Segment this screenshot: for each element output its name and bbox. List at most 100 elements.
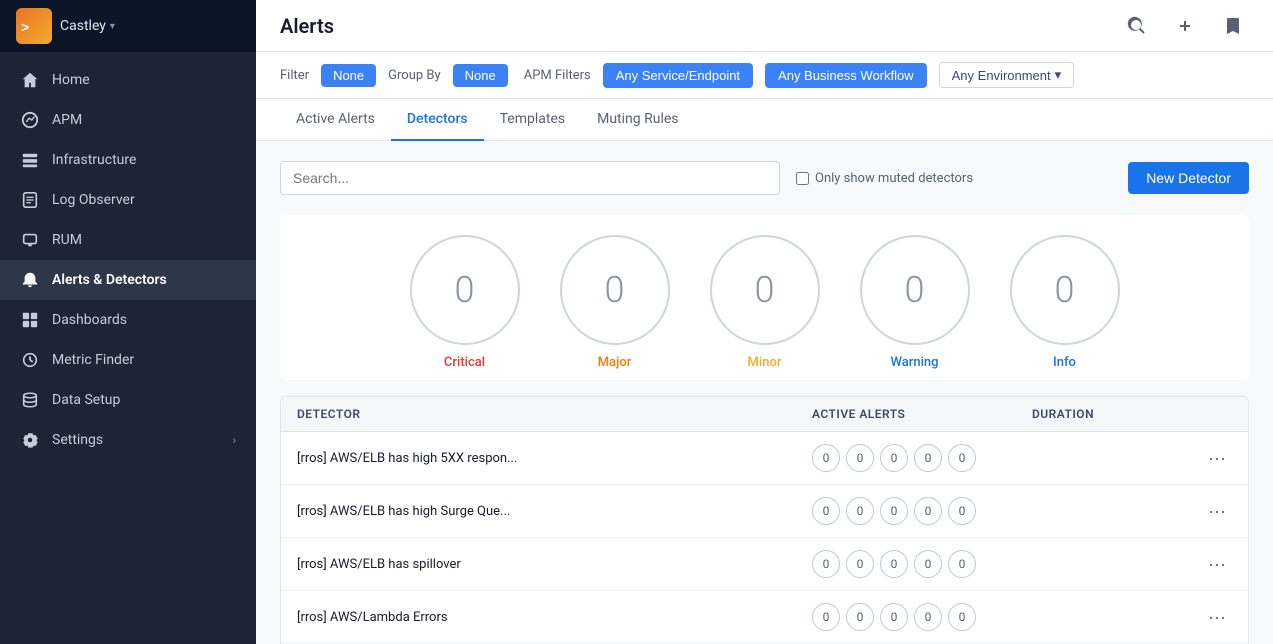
add-icon[interactable] [1169,10,1201,42]
sidebar-item-data-setup[interactable]: Data Setup [0,380,256,420]
apm-filters-label: APM Filters [524,68,591,83]
topbar-actions [1121,10,1249,42]
warning-circle[interactable]: 0 [860,235,970,345]
apm-icon [20,110,40,130]
tab-active-alerts[interactable]: Active Alerts [280,99,391,141]
col-duration: Duration [1032,407,1192,421]
detectors-table: Detector Active Alerts Duration [rros] A… [280,396,1249,644]
chevron-down-icon: ▾ [1055,67,1062,83]
bell-icon [20,270,40,290]
table-header: Detector Active Alerts Duration [281,397,1248,432]
mute-checkbox[interactable] [796,172,809,185]
sidebar-item-dashboards[interactable]: Dashboards [0,300,256,340]
row-actions: ··· [1192,499,1232,524]
sidebar-logo[interactable]: > Castley ▾ [0,0,256,52]
environment-button[interactable]: Any Environment ▾ [939,62,1075,88]
row-actions: ··· [1192,552,1232,577]
table-row: [rros] AWS/Lambda Errors 0 0 0 0 0 ··· [281,591,1248,644]
search-icon[interactable] [1121,10,1153,42]
badge-warning: 0 [914,603,942,631]
badge-info: 0 [948,550,976,578]
group-by-label: Group By [388,68,441,83]
bookmark-icon[interactable] [1217,10,1249,42]
badge-info: 0 [948,444,976,472]
settings-arrow-icon: › [232,433,236,447]
more-options-button[interactable]: ··· [1202,499,1232,524]
more-options-button[interactable]: ··· [1202,446,1232,471]
detector-name: [rros] AWS/ELB has spillover [297,557,812,572]
page-title: Alerts [280,14,334,38]
badge-major: 0 [846,497,874,525]
badge-major: 0 [846,603,874,631]
sidebar-item-rum[interactable]: RUM [0,220,256,260]
filter-bar: Filter None Group By None APM Filters An… [256,52,1273,99]
main-content: Alerts Filter None Group By None APM Fil… [256,0,1273,644]
sidebar-item-log-observer[interactable]: Log Observer [0,180,256,220]
row-actions: ··· [1192,446,1232,471]
badge-warning: 0 [914,444,942,472]
badge-info: 0 [948,497,976,525]
badge-critical: 0 [812,550,840,578]
critical-circle[interactable]: 0 [410,235,520,345]
content-area: Only show muted detectors New Detector 0… [256,141,1273,644]
alert-badges: 0 0 0 0 0 [812,497,1032,525]
rum-icon [20,230,40,250]
table-row: [rros] AWS/ELB has spillover 0 0 0 0 0 ·… [281,538,1248,591]
circles-row: 0 Critical 0 Major 0 Minor 0 Warn [280,215,1249,380]
detector-name: [rros] AWS/ELB has high Surge Que... [297,504,812,519]
table-row: [rros] AWS/ELB has high Surge Que... 0 0… [281,485,1248,538]
detector-name: [rros] AWS/ELB has high 5XX respon... [297,451,812,466]
log-icon [20,190,40,210]
group-by-none-button[interactable]: None [453,64,508,87]
more-options-button[interactable]: ··· [1202,605,1232,630]
badge-critical: 0 [812,444,840,472]
badge-major: 0 [846,444,874,472]
search-input[interactable] [280,161,780,195]
badge-info: 0 [948,603,976,631]
sidebar-item-infrastructure[interactable]: Infrastructure [0,140,256,180]
info-circle-item: 0 Info [1010,235,1120,370]
search-row: Only show muted detectors New Detector [280,161,1249,195]
chevron-down-icon: ▾ [110,21,115,32]
sidebar-item-home[interactable]: Home [0,60,256,100]
filter-none-button[interactable]: None [321,64,376,87]
home-icon [20,70,40,90]
warning-circle-item: 0 Warning [860,235,970,370]
splunk-icon: > [16,8,52,44]
badge-major: 0 [846,550,874,578]
info-label: Info [1053,355,1076,370]
settings-icon [20,430,40,450]
service-endpoint-button[interactable]: Any Service/Endpoint [603,63,753,88]
badge-minor: 0 [880,444,908,472]
sidebar-navigation: Home APM Infrastructure Log Observer [0,52,256,644]
sidebar-item-metric-finder[interactable]: Metric Finder [0,340,256,380]
minor-circle[interactable]: 0 [710,235,820,345]
critical-label: Critical [444,355,485,370]
warning-label: Warning [891,355,939,370]
major-circle-item: 0 Major [560,235,670,370]
mute-checkbox-label[interactable]: Only show muted detectors [796,171,973,186]
major-label: Major [598,355,632,370]
major-circle[interactable]: 0 [560,235,670,345]
data-icon [20,390,40,410]
dashboards-icon [20,310,40,330]
badge-minor: 0 [880,497,908,525]
tabs: Active Alerts Detectors Templates Muting… [256,99,1273,141]
sidebar-item-settings[interactable]: Settings › [0,420,256,460]
sidebar-item-alerts-detectors[interactable]: Alerts & Detectors [0,260,256,300]
new-detector-button[interactable]: New Detector [1128,162,1249,194]
metric-icon [20,350,40,370]
tab-detectors[interactable]: Detectors [391,99,484,141]
tab-muting-rules[interactable]: Muting Rules [581,99,694,141]
alert-badges: 0 0 0 0 0 [812,550,1032,578]
tab-templates[interactable]: Templates [484,99,582,141]
detector-name: [rros] AWS/Lambda Errors [297,610,812,625]
sidebar-item-apm[interactable]: APM [0,100,256,140]
badge-warning: 0 [914,497,942,525]
info-circle[interactable]: 0 [1010,235,1120,345]
business-workflow-button[interactable]: Any Business Workflow [765,63,927,88]
badge-minor: 0 [880,550,908,578]
more-options-button[interactable]: ··· [1202,552,1232,577]
topbar: Alerts [256,0,1273,52]
alert-badges: 0 0 0 0 0 [812,603,1032,631]
